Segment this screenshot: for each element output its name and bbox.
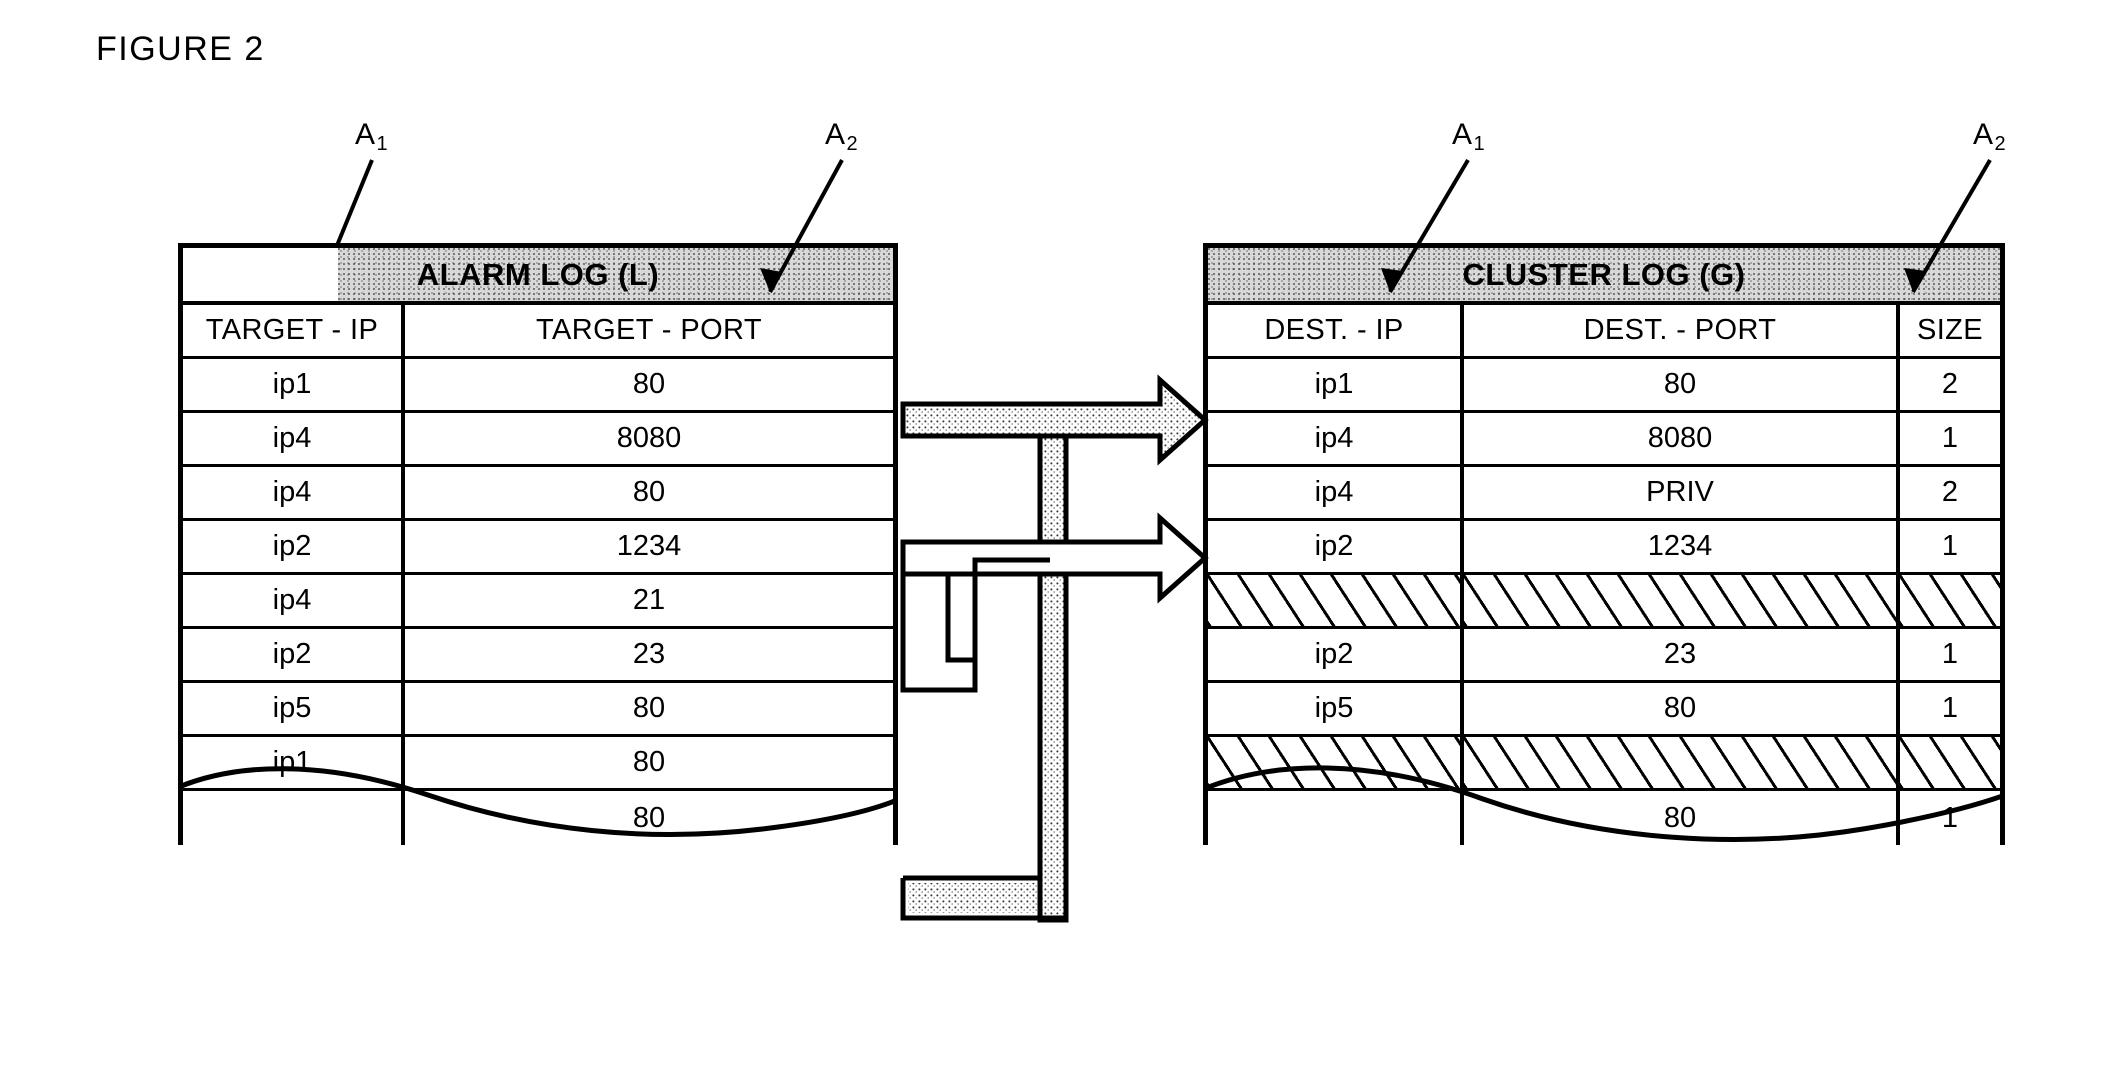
cluster-log-cell-ip: ip2	[1208, 629, 1464, 683]
cluster-log-cell-ip: ip4	[1208, 413, 1464, 467]
alarm-log-title: ALARM LOG (L)	[416, 256, 660, 292]
alarm-log-cell-port: 80	[405, 737, 893, 791]
cluster-log-cell-ip: ip1	[1208, 359, 1464, 413]
callout-left-a1-letter: A	[355, 118, 376, 151]
connector-arrow-top	[900, 374, 1209, 466]
callout-right-a1-sub: 1	[1473, 133, 1486, 155]
cluster-log-cell-port: PRIV	[1464, 467, 1900, 521]
alarm-log-partial-cell-port: 80	[405, 791, 893, 845]
alarm-log-cell-ip: ip2	[183, 629, 405, 683]
cluster-log-cell-size: 2	[1900, 359, 2000, 413]
connector-bottom-return	[900, 878, 1066, 921]
callout-left-a2: A2	[825, 118, 859, 155]
cluster-log-column-header: SIZE	[1900, 305, 2000, 359]
callout-right-a2-letter: A	[1973, 118, 1994, 151]
callout-left-a1: A1	[355, 118, 389, 155]
cluster-log-cell-ip	[1208, 575, 1464, 629]
cluster-log-cell-ip: ip4	[1208, 467, 1464, 521]
alarm-log-partial-cell-ip	[183, 791, 405, 845]
callout-left-a2-sub: 2	[846, 133, 859, 155]
connector-trunk	[1037, 401, 1069, 923]
cluster-log-cell-ip	[1208, 737, 1464, 791]
alarm-log-frame: ALARM LOG (L) TARGET - IP TARGET - PORT ip…	[178, 243, 898, 845]
connector-hook-lower	[903, 571, 975, 663]
cluster-log-partial-cell-port: 80	[1464, 791, 1900, 845]
alarm-log-cell-port: 80	[405, 467, 893, 521]
callout-right-a2-sub: 2	[1994, 133, 2007, 155]
alarm-log-cell-port: 21	[405, 575, 893, 629]
alarm-log-cell-port: 23	[405, 629, 893, 683]
alarm-log-cell-ip: ip1	[183, 359, 405, 413]
alarm-log-cell-port: 80	[405, 359, 893, 413]
cluster-log-cell-port: 1234	[1464, 521, 1900, 575]
cluster-log-partial-cell-ip	[1208, 791, 1464, 845]
cluster-log-cell-size: 1	[1900, 413, 2000, 467]
cluster-log-cell-size	[1900, 575, 2000, 629]
cluster-log-cell-port: 80	[1464, 359, 1900, 413]
connector-arrow-middle	[900, 512, 1209, 604]
alarm-log-grid: TARGET - IP TARGET - PORT ip1 80 ip4 8080 ip4 8…	[183, 305, 893, 845]
cluster-log-grid: DEST. - IP DEST. - PORT SIZE ip1 80 2 ip4 8080 1…	[1208, 305, 2000, 845]
callout-right-a2: A2	[1973, 118, 2007, 155]
callout-right-a1: A1	[1452, 118, 1486, 155]
cluster-log-cell-port	[1464, 737, 1900, 791]
cluster-log-cell-port	[1464, 575, 1900, 629]
cluster-log-partial-cell-size: 1	[1900, 791, 2000, 845]
alarm-log-cell-ip: ip4	[183, 575, 405, 629]
cluster-log-column-header: DEST. - PORT	[1464, 305, 1900, 359]
alarm-log-column-header: TARGET - PORT	[405, 305, 893, 359]
alarm-log-cell-ip: ip5	[183, 683, 405, 737]
cluster-log-cell-port: 80	[1464, 683, 1900, 737]
cluster-log-cell-size: 1	[1900, 683, 2000, 737]
alarm-log-cell-ip: ip2	[183, 521, 405, 575]
cluster-log-column-header: DEST. - IP	[1208, 305, 1464, 359]
alarm-log-cell-ip: ip4	[183, 413, 405, 467]
alarm-log-cell-port: 8080	[405, 413, 893, 467]
cluster-log-title: CLUSTER LOG (G)	[1462, 256, 1746, 292]
cluster-log-frame: CLUSTER LOG (G) DEST. - IP DEST. - PORT SI…	[1203, 243, 2005, 845]
cluster-log-cell-size	[1900, 737, 2000, 791]
callout-right-a1-letter: A	[1452, 118, 1473, 151]
alarm-log-cell-ip: ip1	[183, 737, 405, 791]
cluster-log-cell-ip: ip5	[1208, 683, 1464, 737]
cluster-log-cell-size: 1	[1900, 629, 2000, 683]
callout-left-a2-letter: A	[825, 118, 846, 151]
callout-left-a1-sub: 1	[376, 133, 389, 155]
connector-bottom-fill	[908, 883, 1040, 913]
figure-title: FIGURE 2	[96, 30, 265, 68]
cluster-log-table: CLUSTER LOG (G) DEST. - IP DEST. - PORT SI…	[1203, 243, 2005, 845]
alarm-log-column-header: TARGET - IP	[183, 305, 405, 359]
alarm-log-title-band: ALARM LOG (L)	[183, 243, 893, 305]
aggregation-connector	[900, 374, 1209, 923]
alarm-log-cell-port: 80	[405, 683, 893, 737]
connector-hook-upper	[900, 542, 1050, 693]
cluster-log-cell-port: 8080	[1464, 413, 1900, 467]
cluster-log-cell-size: 2	[1900, 467, 2000, 521]
alarm-log-table: ALARM LOG (L) TARGET - IP TARGET - PORT ip…	[178, 243, 898, 845]
cluster-log-cell-size: 1	[1900, 521, 2000, 575]
cluster-log-cell-port: 23	[1464, 629, 1900, 683]
alarm-log-band-notch	[183, 248, 338, 301]
cluster-log-title-band: CLUSTER LOG (G)	[1208, 243, 2000, 305]
alarm-log-cell-ip: ip4	[183, 467, 405, 521]
cluster-log-cell-ip: ip2	[1208, 521, 1464, 575]
alarm-log-cell-port: 1234	[405, 521, 893, 575]
